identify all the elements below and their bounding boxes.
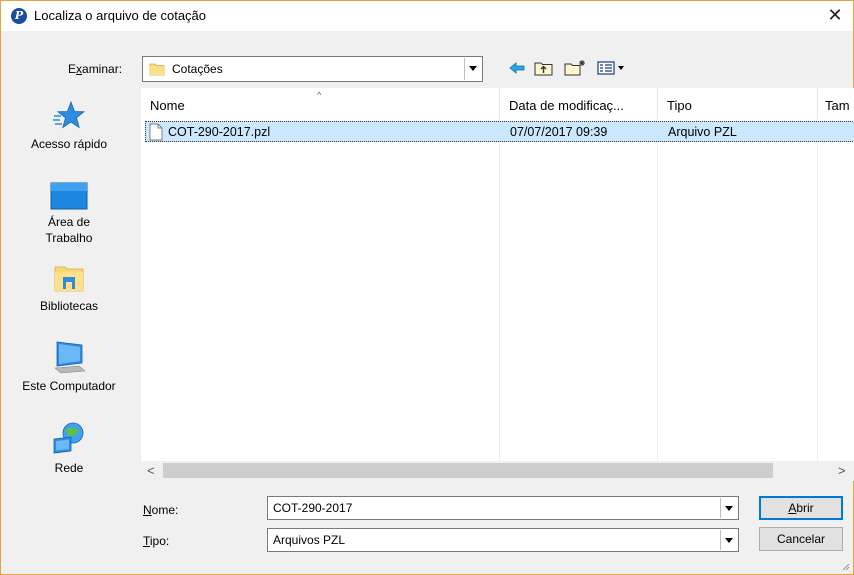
column-divider[interactable] (817, 88, 818, 118)
column-header-type[interactable]: Tipo (667, 98, 692, 113)
file-type-dropdown[interactable]: Arquivos PZL (267, 528, 739, 552)
resize-grip-icon[interactable] (840, 561, 850, 571)
view-menu-icon (597, 61, 624, 75)
column-header-row: ^ Nome Data de modificaç... Tipo Tam (141, 88, 854, 118)
file-open-dialog: P Localiza o arquivo de cotação ✕ Examin… (0, 0, 854, 575)
column-divider[interactable] (499, 88, 500, 118)
file-type-label: Tipo: (143, 534, 170, 548)
look-in-value: Cotações (172, 62, 223, 76)
file-name: COT-290-2017.pzl (168, 125, 271, 139)
close-button[interactable]: ✕ (823, 5, 847, 27)
computer-icon (54, 341, 86, 374)
title-bar[interactable]: P Localiza o arquivo de cotação ✕ (1, 1, 853, 31)
file-name-dropdown-arrow[interactable] (720, 498, 737, 518)
column-divider[interactable] (657, 88, 658, 118)
new-folder-icon (564, 60, 585, 76)
places-bar: Acesso rápido Área de Trabalho Biblioteca… (1, 86, 137, 481)
sort-ascending-icon: ^ (317, 90, 322, 100)
column-gridline (657, 118, 658, 463)
column-header-name[interactable]: Nome (150, 98, 185, 113)
up-folder-icon (534, 62, 553, 76)
place-label: Rede (54, 461, 84, 475)
place-quick-access[interactable]: Acesso rápido (1, 99, 137, 152)
up-folder-button[interactable] (532, 57, 556, 79)
file-type-value: Arquivos PZL (273, 533, 346, 547)
back-arrow-icon (509, 62, 525, 74)
place-label: Acesso rápido (30, 137, 108, 151)
file-list[interactable]: ^ Nome Data de modificaç... Tipo Tam COT… (141, 88, 854, 481)
place-label: Este Computador (22, 379, 116, 393)
libraries-icon (54, 266, 84, 292)
look-in-label: Examinar: (68, 62, 123, 76)
file-name-value: COT-290-2017 (273, 501, 353, 515)
open-button[interactable]: Abrir (759, 496, 843, 520)
new-folder-button[interactable] (562, 57, 588, 79)
column-header-size[interactable]: Tam (825, 98, 850, 113)
cancel-button[interactable]: Cancelar (759, 527, 843, 551)
window-title: Localiza o arquivo de cotação (34, 8, 207, 23)
folder-icon (149, 63, 165, 76)
file-type: Arquivo PZL (668, 125, 737, 139)
app-logo-icon: P (11, 8, 27, 24)
network-icon (53, 422, 84, 454)
back-button[interactable] (506, 57, 528, 79)
scroll-left-icon[interactable]: < (147, 463, 155, 478)
column-gridline (817, 118, 818, 463)
file-name-input[interactable]: COT-290-2017 (267, 496, 739, 520)
place-label: Bibliotecas (39, 299, 99, 313)
place-label: Área de Trabalho (45, 215, 93, 245)
file-icon (149, 123, 163, 141)
place-desktop[interactable]: Área de Trabalho (1, 181, 137, 246)
column-header-modified[interactable]: Data de modificaç... (509, 98, 624, 113)
view-menu-button[interactable] (594, 57, 628, 79)
look-in-dropdown-arrow[interactable] (464, 58, 481, 80)
scroll-thumb[interactable] (163, 463, 773, 478)
file-type-dropdown-arrow[interactable] (720, 530, 737, 550)
look-in-dropdown[interactable]: Cotações (142, 56, 483, 82)
scroll-right-icon[interactable]: > (838, 463, 846, 478)
horizontal-scrollbar[interactable]: < > (141, 461, 854, 481)
file-row[interactable]: COT-290-2017.pzl 07/07/2017 09:39 Arquiv… (145, 121, 854, 142)
file-modified: 07/07/2017 09:39 (510, 125, 608, 139)
place-libraries[interactable]: Bibliotecas (1, 261, 137, 314)
place-this-pc[interactable]: Este Computador (1, 339, 137, 394)
place-network[interactable]: Rede (1, 421, 137, 476)
file-name-label: Nome: (143, 503, 179, 517)
desktop-icon (50, 182, 88, 210)
column-gridline (499, 118, 500, 463)
star-icon (53, 100, 86, 129)
